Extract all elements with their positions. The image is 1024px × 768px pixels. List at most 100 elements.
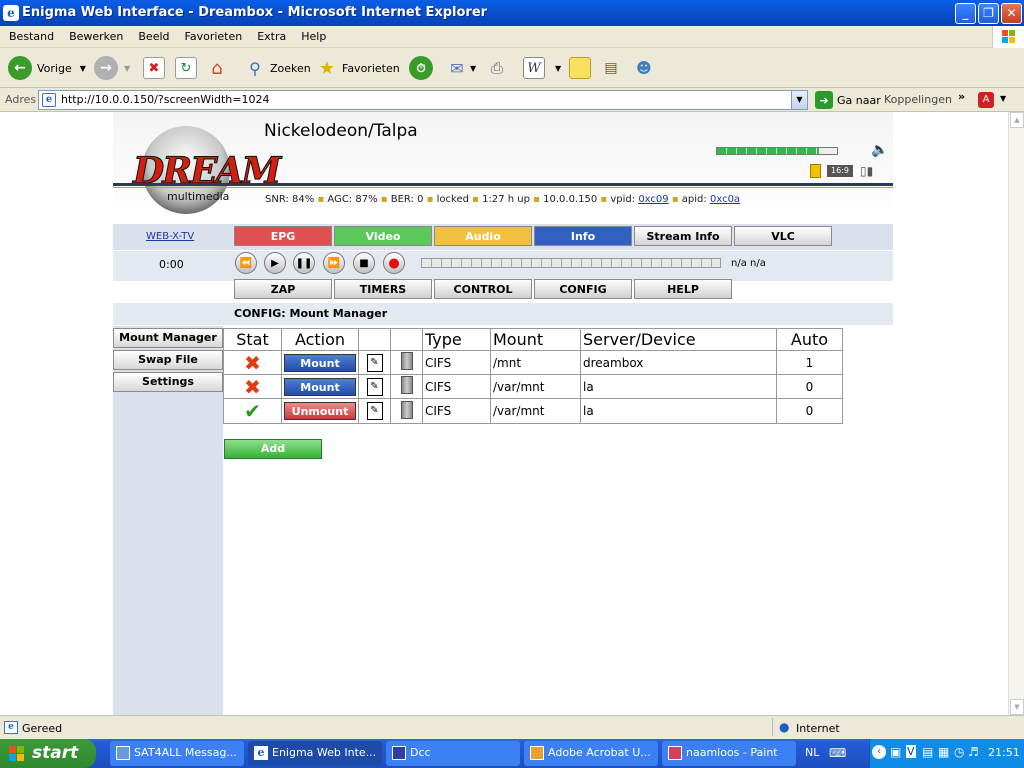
sidebar-item-swap-file[interactable]: Swap File — [113, 350, 223, 370]
chevron-left-icon[interactable]: ‹ — [872, 745, 886, 759]
go-button[interactable]: ➜ Ga naar — [815, 91, 881, 109]
webxtv-link[interactable]: WEB-X-TV — [146, 231, 194, 242]
vc-icon[interactable]: V — [906, 745, 916, 758]
mount-table: Stat Action Type Mount Server/Device Aut… — [223, 328, 843, 424]
favorites-button[interactable]: ★ Favorieten — [316, 54, 400, 82]
rewind-button[interactable]: ⏪ — [235, 252, 257, 274]
task-sat4all[interactable]: SAT4ALL Messag... — [110, 741, 244, 766]
tab-video[interactable]: Video — [334, 226, 432, 246]
menu-bestand[interactable]: Bestand — [0, 26, 60, 43]
chevron-right-icon[interactable]: » — [958, 90, 965, 103]
search-button[interactable]: ⚲ Zoeken — [244, 54, 311, 82]
signal-meter-fill — [717, 148, 819, 154]
stop-button[interactable]: ■ — [353, 252, 375, 274]
menu-extra[interactable]: Extra — [248, 26, 292, 43]
acrobat-icon[interactable]: A — [978, 92, 994, 108]
vertical-scrollbar[interactable]: ▲ ▼ — [1008, 112, 1024, 715]
address-bar: Adres e http://10.0.0.150/?screenWidth=1… — [0, 88, 1024, 112]
nav-timers[interactable]: TIMERS — [334, 279, 432, 299]
scroll-down-icon[interactable]: ▼ — [1010, 699, 1024, 715]
start-button[interactable]: start — [0, 739, 96, 768]
menu-help[interactable]: Help — [292, 26, 332, 43]
stop-icon[interactable]: ✖ — [143, 57, 165, 79]
sidebar-item-settings[interactable]: Settings — [113, 372, 223, 392]
language-indicator[interactable]: NL — [805, 746, 819, 759]
chevron-down-icon[interactable]: ▼ — [1000, 94, 1006, 103]
restore-button[interactable]: ❐ — [978, 3, 999, 24]
tab-stream-info[interactable]: Stream Info — [634, 226, 732, 246]
column-header: Server/Device — [580, 328, 777, 351]
status-bar: e Gereed ● Internet — [0, 715, 1024, 739]
refresh-icon[interactable]: ↻ — [175, 57, 197, 79]
trash-icon[interactable] — [400, 352, 413, 370]
ber-value: BER: 0 — [390, 194, 424, 205]
speaker-icon[interactable]: 🔈 — [871, 142, 888, 158]
research-icon[interactable]: ▤ — [600, 57, 622, 79]
table-row: ✖ Mount ✎ CIFS /mnt dreambox 1 — [223, 350, 843, 375]
nav-help[interactable]: HELP — [634, 279, 732, 299]
tab-audio[interactable]: Audio — [434, 226, 532, 246]
history-icon[interactable]: ⏱ — [409, 56, 433, 80]
speaker-tray-icon[interactable]: ♬ — [968, 745, 979, 759]
nav-control[interactable]: CONTROL — [434, 279, 532, 299]
system-tray: ‹ ▣ V ▤ ▦ ◷ ♬ 21:51 — [869, 739, 1024, 768]
menu-favorieten[interactable]: Favorieten — [176, 26, 249, 43]
breadcrumb-bar — [113, 303, 893, 325]
clock-icon[interactable]: ◷ — [954, 745, 964, 759]
display-icon[interactable]: ▤ — [922, 745, 933, 759]
back-button[interactable]: ← Vorige ▼ — [8, 54, 86, 82]
task-enigma[interactable]: e Enigma Web Inte... — [248, 741, 382, 766]
task-paint[interactable]: naamloos - Paint — [662, 741, 796, 766]
tab-info[interactable]: Info — [534, 226, 632, 246]
nav-config[interactable]: CONFIG — [534, 279, 632, 299]
table-row: ✔ Unmount ✎ CIFS /var/mnt la 0 — [223, 398, 843, 424]
menu-bewerken[interactable]: Bewerken — [60, 26, 129, 43]
chevron-down-icon[interactable]: ▼ — [791, 91, 807, 109]
edit-icon[interactable]: ✎ — [366, 402, 383, 420]
edit-icon[interactable]: ✎ — [366, 353, 383, 372]
mail-icon[interactable]: ✉ — [446, 57, 468, 79]
mount-button[interactable]: Mount — [284, 353, 356, 372]
minimize-button[interactable]: _ — [955, 3, 976, 24]
address-input[interactable]: e http://10.0.0.150/?screenWidth=1024 ▼ — [38, 90, 808, 110]
chevron-down-icon: ▼ — [555, 63, 562, 73]
close-button[interactable]: ✕ — [1001, 3, 1022, 24]
apid-link[interactable]: 0xc0a — [710, 194, 740, 205]
nav-zap[interactable]: ZAP — [234, 279, 332, 299]
note-icon[interactable] — [569, 57, 591, 79]
print-icon[interactable]: ⎙ — [486, 57, 508, 79]
forward-button[interactable]: → ▼ — [94, 54, 130, 82]
column-header: Type — [422, 328, 491, 351]
add-button[interactable]: Add — [224, 439, 322, 459]
tab-vlc[interactable]: VLC — [734, 226, 832, 246]
links-label[interactable]: Koppelingen — [884, 93, 952, 106]
messenger-icon[interactable]: ☻ — [633, 57, 655, 79]
keyboard-icon[interactable]: ⌨ — [829, 746, 846, 760]
task-acrobat[interactable]: Adobe Acrobat U... — [524, 741, 658, 766]
snr-value: SNR: 84% — [265, 194, 315, 205]
scroll-up-icon[interactable]: ▲ — [1010, 112, 1024, 128]
vpid-link[interactable]: 0xc09 — [638, 194, 668, 205]
word-edit-icon[interactable]: W — [523, 57, 545, 79]
column-header — [390, 328, 423, 351]
window-titlebar[interactable]: e Enigma Web Interface - Dreambox - Micr… — [0, 0, 1024, 26]
mount-button[interactable]: Mount — [284, 377, 356, 396]
apid-label: apid: — [681, 194, 707, 205]
tab-epg[interactable]: EPG — [234, 226, 332, 246]
trash-icon[interactable] — [400, 376, 413, 394]
record-button[interactable]: ● — [383, 252, 405, 274]
task-dcc[interactable]: Dcc — [386, 741, 520, 766]
menu-beeld[interactable]: Beeld — [129, 26, 175, 43]
sidebar-item-mount-manager[interactable]: Mount Manager — [113, 328, 223, 348]
home-icon[interactable]: ⌂ — [206, 57, 228, 79]
windows-logo-icon — [992, 26, 1024, 48]
pause-button[interactable]: ❚❚ — [293, 252, 315, 274]
play-button[interactable]: ▶ — [264, 252, 286, 274]
progress-bar[interactable] — [421, 258, 721, 268]
unmount-button[interactable]: Unmount — [284, 402, 356, 420]
forward-play-button[interactable]: ⏩ — [323, 252, 345, 274]
trash-icon[interactable] — [400, 400, 413, 419]
network-icon[interactable]: ▣ — [890, 745, 901, 759]
edit-icon[interactable]: ✎ — [366, 377, 383, 396]
tray-app-icon[interactable]: ▦ — [938, 745, 949, 759]
